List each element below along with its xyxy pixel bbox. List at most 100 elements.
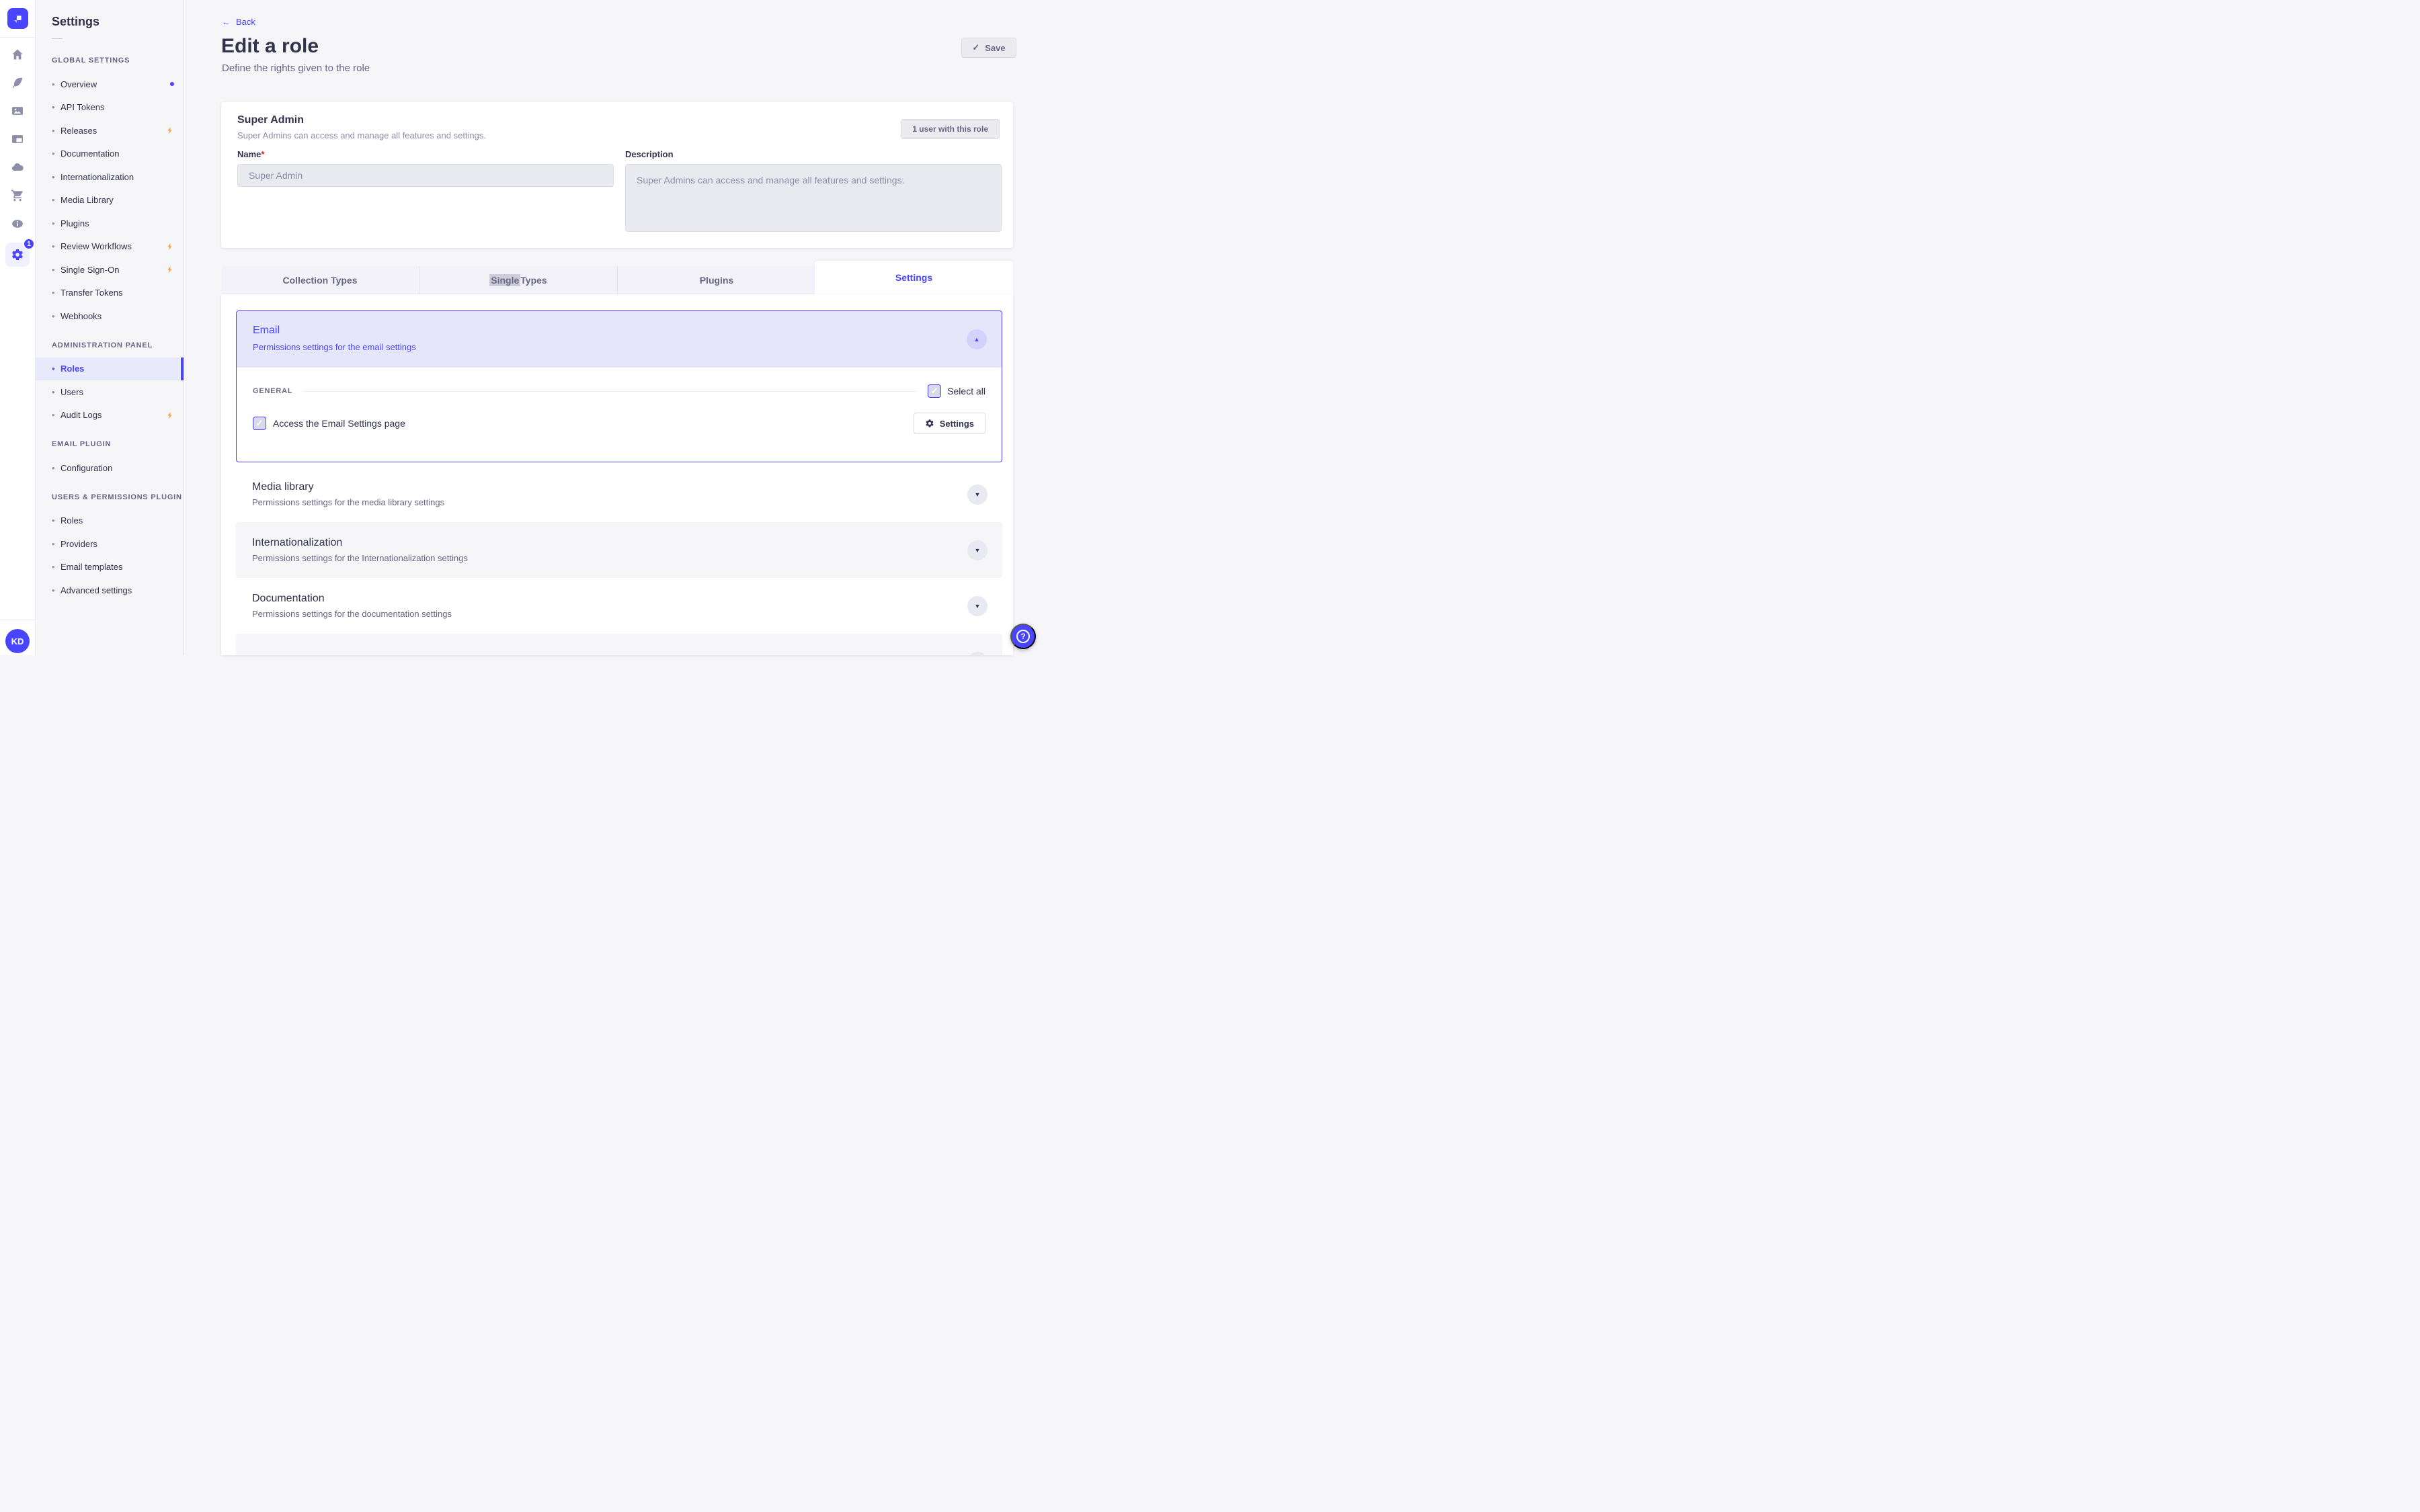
subnav-item-documentation[interactable]: • Documentation	[36, 142, 184, 166]
subnav-item-label: Audit Logs	[61, 410, 102, 421]
rail-item-cloud[interactable]	[0, 153, 35, 181]
name-input[interactable]	[237, 164, 614, 187]
back-link[interactable]: ← Back	[222, 17, 255, 27]
email-accordion-header[interactable]: Email Permissions settings for the email…	[237, 311, 1002, 368]
bullet-icon: •	[52, 102, 55, 113]
rail-item-cart[interactable]	[0, 181, 35, 210]
description-textarea[interactable]	[625, 164, 1002, 232]
accordion-row-subtitle: Permissions settings for the Internation…	[252, 553, 468, 563]
subnav-section: USERS & PERMISSIONS PLUGIN • Roles • Provide…	[36, 493, 184, 602]
permissions-card: Email Permissions settings for the email…	[221, 294, 1013, 655]
subnav-item-transfer-tokens[interactable]: • Transfer Tokens	[36, 282, 184, 305]
rail-item-feather[interactable]	[0, 69, 35, 97]
text-selection-highlight: Single	[489, 274, 521, 286]
subnav-item-plugins[interactable]: • Plugins	[36, 212, 184, 235]
expand-caret-button[interactable]: ▼	[967, 595, 987, 616]
subnav-item-providers[interactable]: • Providers	[36, 532, 184, 556]
item-trailing	[166, 265, 174, 274]
subnav-section-label: GLOBAL SETTINGS	[52, 56, 130, 65]
subnav-item-internationalization[interactable]: • Internationalization	[36, 165, 184, 189]
bullet-icon: •	[52, 79, 55, 89]
page-title: Edit a role	[221, 35, 319, 57]
feather-icon	[12, 77, 23, 89]
email-settings-button[interactable]: Settings	[913, 413, 985, 434]
expand-caret-button[interactable]: ▼	[967, 484, 987, 505]
subnav-item-media-library[interactable]: • Media Library	[36, 189, 184, 212]
users-with-role-button[interactable]: 1 user with this role	[901, 119, 1000, 139]
subnav-item-advanced-settings[interactable]: • Advanced settings	[36, 579, 184, 602]
subnav-item-label: Roles	[61, 515, 83, 526]
save-button[interactable]: ✓ Save	[961, 38, 1016, 58]
subnav-item-label: Releases	[61, 125, 97, 136]
subnav-item-configuration[interactable]: • Configuration	[36, 456, 184, 480]
subnav-item-review-workflows[interactable]: • Review Workflows	[36, 235, 184, 259]
tab-collection-types[interactable]: Collection Types	[221, 266, 419, 294]
subnav-item-label: Configuration	[61, 462, 113, 473]
subnav-item-label: Users	[61, 386, 83, 397]
accordion-row-plugins-and-marketplace[interactable]: Plugins and marketplace▼	[236, 634, 1002, 655]
home-icon	[12, 49, 23, 60]
rail-item-layout[interactable]	[0, 125, 35, 153]
settings-button-label: Settings	[939, 418, 974, 429]
subnav-item-single-sign-on[interactable]: • Single Sign-On	[36, 258, 184, 282]
info-icon	[12, 220, 23, 228]
select-all-checkbox[interactable]: ✓	[928, 384, 942, 398]
rail-item-home[interactable]	[0, 40, 35, 69]
email-accordion-subtitle: Permissions settings for the email setti…	[253, 342, 416, 352]
check-icon: ✓	[972, 42, 980, 52]
accordion-row-media-library[interactable]: Media library Permissions settings for th…	[236, 466, 1002, 522]
accordion-row-documentation[interactable]: Documentation Permissions settings for th…	[236, 578, 1002, 634]
accordion-row-internationalization[interactable]: Internationalization Permissions settings…	[236, 522, 1002, 578]
name-field-label: Name*	[237, 149, 265, 159]
notification-dot-icon	[170, 82, 174, 87]
subnav-item-overview[interactable]: • Overview	[36, 73, 184, 96]
page-subtitle: Define the rights given to the role	[222, 62, 370, 74]
access-email-settings-checkbox[interactable]: ✓	[253, 417, 266, 430]
help-button[interactable]: ?	[1010, 624, 1036, 649]
subnav-section-label: EMAIL PLUGIN	[52, 440, 112, 448]
tab-settings[interactable]: Settings	[815, 261, 1013, 294]
media-library-icon	[12, 107, 23, 115]
subnav-item-label: Roles	[61, 364, 85, 374]
rail-divider	[0, 37, 35, 38]
subnav-section-label: ADMINISTRATION PANEL	[52, 341, 153, 349]
description-field-label: Description	[625, 149, 674, 159]
lightning-bolt-icon	[167, 127, 172, 134]
subnav-item-roles[interactable]: • Roles	[36, 509, 184, 533]
icon-rail: 1 KD	[0, 0, 36, 655]
cart-icon	[11, 190, 24, 202]
subnav-item-roles[interactable]: • Roles	[36, 357, 184, 380]
subnav-item-releases[interactable]: • Releases	[36, 119, 184, 142]
subnav-item-api-tokens[interactable]: • API Tokens	[36, 96, 184, 120]
required-asterisk: *	[261, 149, 265, 159]
cloud-icon	[11, 163, 24, 171]
subnav-item-label: Overview	[61, 79, 97, 89]
subnav-item-webhooks[interactable]: • Webhooks	[36, 304, 184, 328]
expand-caret-button[interactable]: ▼	[967, 540, 987, 560]
avatar[interactable]: KD	[5, 629, 30, 653]
rail-item-gear[interactable]: 1	[0, 238, 35, 271]
bullet-icon: •	[52, 515, 55, 526]
rail-item-media-library[interactable]	[0, 97, 35, 125]
tab-plugins[interactable]: Plugins	[617, 266, 815, 294]
subnav-title-divider	[52, 38, 63, 39]
bullet-icon: •	[52, 125, 55, 136]
permissions-tab-strip: Collection Types Single Types Plugins	[221, 266, 815, 294]
subnav-item-users[interactable]: • Users	[36, 380, 184, 404]
subnav-item-email-templates[interactable]: • Email templates	[36, 556, 184, 579]
bullet-icon: •	[52, 149, 55, 159]
gear-icon	[12, 249, 23, 261]
expand-caret-button[interactable]: ▼	[967, 651, 987, 655]
tab-single-types[interactable]: Single Types	[419, 266, 617, 294]
accordion-row-subtitle: Permissions settings for the documentati…	[252, 609, 452, 619]
subnav-item-label: Single Sign-On	[61, 264, 120, 275]
bullet-icon: •	[52, 310, 55, 321]
subnav-item-audit-logs[interactable]: • Audit Logs	[36, 404, 184, 427]
email-permission-row: ✓ Access the Email Settings page Setting…	[253, 413, 985, 434]
accordion-row-title: Media library	[252, 481, 314, 493]
collapse-caret-button[interactable]: ▲	[967, 329, 987, 349]
rail-item-info[interactable]	[0, 210, 35, 238]
subnav-item-label: Media Library	[61, 195, 114, 206]
subnav-sections: GLOBAL SETTINGS • Overview • API Tokens • Rele…	[36, 56, 184, 602]
strapi-logo-icon[interactable]	[7, 8, 28, 29]
